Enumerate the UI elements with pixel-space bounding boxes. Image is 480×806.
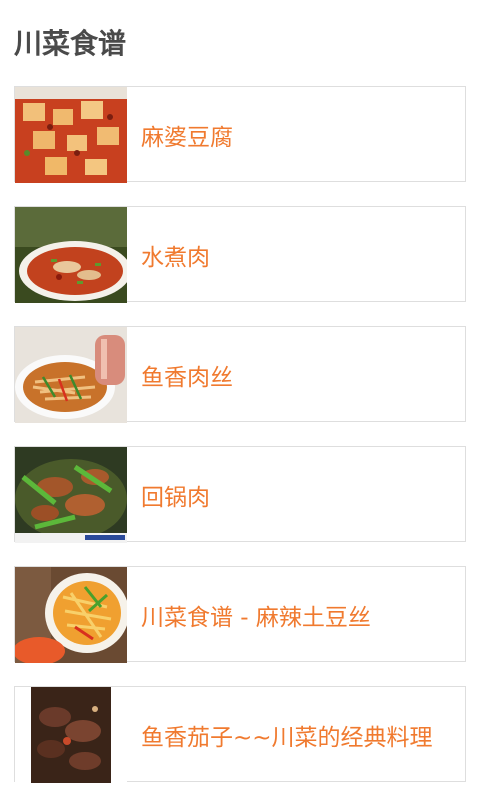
recipe-thumbnail — [15, 687, 127, 783]
recipe-thumbnail — [15, 567, 127, 663]
recipe-list: 麻婆豆腐 水煮肉 鱼香肉丝 回锅肉 川菜食谱 - 麻辣土豆丝 鱼香茄子~~川菜的… — [14, 86, 466, 806]
recipe-title: 鱼香肉丝 — [141, 365, 233, 391]
fish-flavor-eggplant-photo — [15, 687, 127, 783]
boiled-meat-photo — [15, 207, 127, 303]
recipe-thumbnail — [15, 87, 127, 183]
recipe-card-twice-cooked-pork[interactable]: 回锅肉 — [14, 446, 466, 543]
recipe-card-spicy-potato[interactable]: 川菜食谱 - 麻辣土豆丝 — [14, 566, 466, 663]
recipe-title: 麻婆豆腐 — [141, 125, 233, 151]
recipe-title: 水煮肉 — [141, 245, 210, 271]
recipe-card-fish-flavor-eggplant[interactable]: 鱼香茄子~~川菜的经典料理 — [14, 686, 466, 783]
recipe-title: 鱼香茄子~~川菜的经典料理 — [141, 725, 433, 751]
recipe-thumbnail — [15, 447, 127, 543]
recipe-title: 回锅肉 — [141, 485, 210, 511]
recipe-title: 川菜食谱 - 麻辣土豆丝 — [141, 605, 371, 631]
spicy-potato-photo — [15, 567, 127, 663]
fish-flavor-pork-photo — [15, 327, 127, 423]
page-title: 川菜食谱 — [14, 27, 127, 60]
recipe-card-fish-flavor-pork[interactable]: 鱼香肉丝 — [14, 326, 466, 423]
recipe-card-boiled-meat[interactable]: 水煮肉 — [14, 206, 466, 303]
mapo-tofu-photo — [15, 87, 127, 183]
recipe-thumbnail — [15, 207, 127, 303]
twice-cooked-pork-photo — [15, 447, 127, 543]
recipe-thumbnail — [15, 327, 127, 423]
recipe-card-mapo-tofu[interactable]: 麻婆豆腐 — [14, 86, 466, 183]
